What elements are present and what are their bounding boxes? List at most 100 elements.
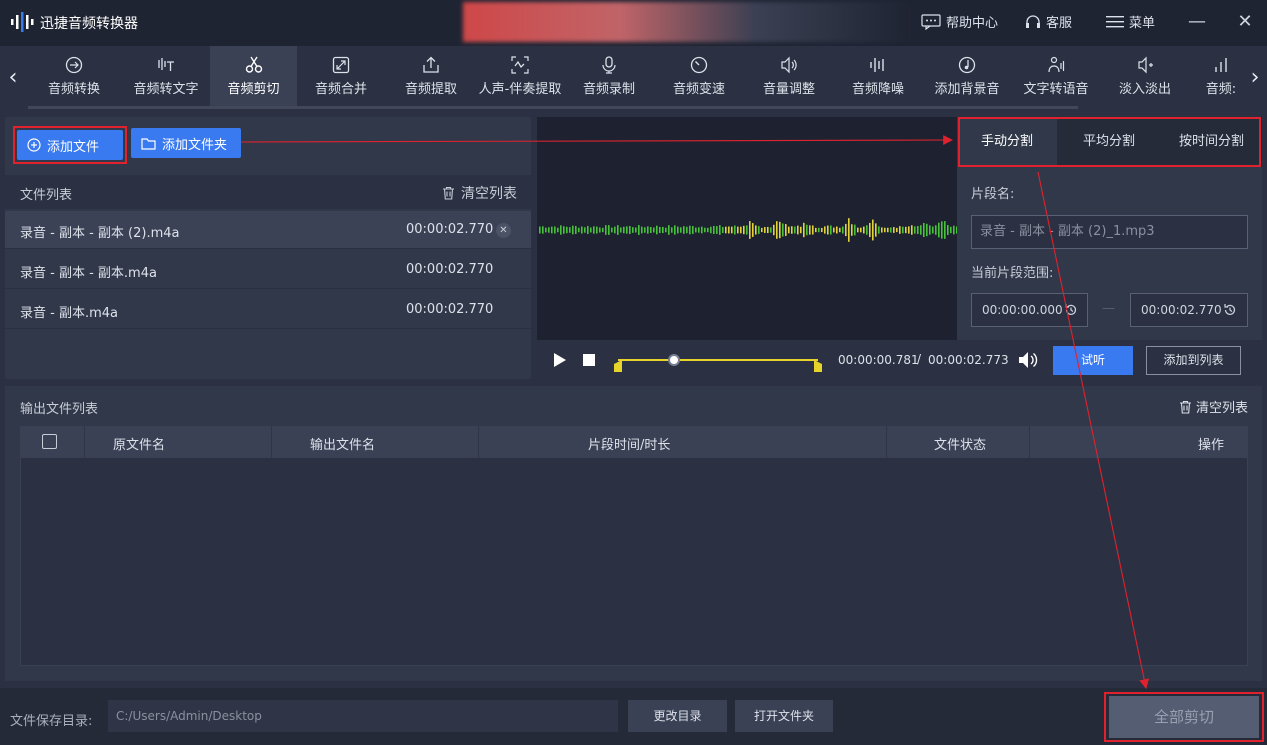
waveform-bar (752, 223, 754, 237)
clear-output-button[interactable]: 清空列表 (1179, 397, 1248, 416)
bottom-bar: 文件保存目录: C:/Users/Admin/Desktop 更改目录 打开文件… (0, 688, 1267, 745)
tool-text-to-speech[interactable]: 文字转语音 (1015, 46, 1097, 106)
waveform[interactable] (537, 117, 958, 340)
waveform-bar (776, 221, 778, 239)
annotation-box-split-tabs (958, 117, 1261, 167)
waveform-bar (902, 226, 904, 234)
waveform-bar (857, 227, 859, 233)
stop-icon[interactable] (583, 354, 595, 366)
select-all-checkbox[interactable] (42, 434, 57, 449)
waveform-bar (758, 226, 760, 234)
waveform-bar (614, 226, 616, 234)
waveform-bar (953, 225, 955, 235)
segment-name-input[interactable]: 录音 - 副本 - 副本 (2)_1.mp3 (971, 215, 1248, 249)
speaker-icon[interactable] (1018, 351, 1038, 369)
range-start-handle[interactable] (614, 360, 622, 372)
tool-background-music[interactable]: 添加背景音 (927, 46, 1007, 106)
open-folder-button[interactable]: 打开文件夹 (735, 700, 833, 732)
waveform-bar (893, 227, 895, 233)
tool-audio-record[interactable]: 音频录制 (574, 46, 644, 106)
range-start-input[interactable]: 00:00:00.000 (971, 293, 1088, 327)
waveform-bar (665, 227, 667, 233)
file-name: 录音 - 副本.m4a (20, 306, 118, 321)
playhead-knob[interactable] (668, 354, 680, 366)
add-to-list-button[interactable]: 添加到列表 (1146, 346, 1241, 375)
save-dir-label: 文件保存目录: (10, 714, 93, 729)
range-end-input[interactable]: 00:00:02.770 (1130, 293, 1248, 327)
waveform-bar (590, 227, 592, 233)
remove-file-icon[interactable]: ✕ (496, 223, 511, 238)
waveform-bar (617, 225, 619, 235)
nav-next-arrow-icon[interactable]: › (1245, 64, 1265, 92)
tool-audio-cut[interactable]: 音频剪切 (210, 46, 297, 106)
help-center-button[interactable]: 帮助中心 (921, 12, 998, 31)
waveform-bar (812, 225, 814, 235)
waveform-panel[interactable] (537, 117, 958, 340)
waveform-bar (860, 227, 862, 233)
ad-banner[interactable] (463, 2, 913, 42)
tool-audio-convert[interactable]: 音频转换 (36, 46, 112, 106)
tool-audio-speed[interactable]: 音频变速 (661, 46, 737, 106)
waveform-bar (914, 226, 916, 234)
trim-range-slider[interactable] (614, 350, 822, 374)
bars-icon (1215, 57, 1227, 72)
time-current: 00:00:00.781 (838, 353, 919, 367)
file-panel: 添加文件 添加文件夹 文件列表 清空列表 录音 - 副本 - 副本 (2).m4… (5, 117, 531, 379)
range-end-handle[interactable] (814, 360, 822, 372)
tool-label: 音量调整 (762, 81, 815, 97)
waveform-bar (701, 226, 703, 234)
waveform-bar (686, 226, 688, 234)
waveform-bar (560, 225, 562, 235)
waveform-bar (947, 225, 949, 235)
waveform-bar (671, 227, 673, 233)
preview-button[interactable]: 试听 (1053, 346, 1133, 375)
reset-time-icon[interactable] (1064, 303, 1078, 317)
waveform-bar (941, 221, 943, 239)
nav-scrollbar[interactable] (28, 106, 1078, 109)
waveform-bar (872, 219, 874, 241)
waveform-bar (809, 225, 811, 235)
output-list-label: 输出文件列表 (20, 402, 99, 417)
reset-time-icon[interactable] (1223, 303, 1237, 317)
waveform-bar (635, 227, 637, 233)
waveform-bar (611, 227, 613, 233)
waveform-bar (950, 226, 952, 234)
clear-output-label: 清空列表 (1195, 401, 1248, 416)
add-folder-button[interactable]: 添加文件夹 (131, 128, 241, 158)
tool-more[interactable]: 音频: (1200, 46, 1242, 106)
microphone-icon (602, 55, 616, 74)
tool-fade[interactable]: 淡入淡出 (1109, 46, 1181, 106)
tool-audio-merge[interactable]: 音频合并 (303, 46, 379, 106)
clear-file-list-button[interactable]: 清空列表 (442, 183, 517, 203)
tool-denoise[interactable]: 音频降噪 (840, 46, 916, 106)
change-dir-button[interactable]: 更改目录 (628, 700, 727, 732)
nav-prev-arrow-icon[interactable]: ‹ (3, 64, 23, 92)
column-divider (886, 426, 887, 458)
waveform-bar (623, 226, 625, 234)
customer-service-button[interactable]: 客服 (1025, 12, 1072, 31)
waveform-bar (548, 227, 550, 233)
tool-audio-extract[interactable]: 音频提取 (393, 46, 469, 106)
annotation-box-cut-all (1104, 692, 1264, 742)
waveform-bar (851, 224, 853, 236)
waveform-bar (593, 226, 595, 234)
minimize-button[interactable]: — (1185, 10, 1209, 34)
menu-button[interactable]: 菜单 (1106, 12, 1155, 31)
close-button[interactable]: ✕ (1233, 10, 1257, 34)
tool-volume-adjust[interactable]: 音量调整 (751, 46, 827, 106)
file-row[interactable]: 录音 - 副本 - 副本 (2).m4a 00:00:02.770 ✕ (5, 211, 531, 249)
background-music-icon (958, 56, 976, 73)
play-icon[interactable] (553, 353, 567, 367)
waveform-bar (668, 225, 670, 235)
waveform-bar (803, 222, 805, 238)
waveform-bar (887, 227, 889, 233)
file-row[interactable]: 录音 - 副本.m4a 00:00:02.770 (5, 291, 531, 329)
speed-icon (690, 56, 708, 73)
save-path-field[interactable]: C:/Users/Admin/Desktop (108, 700, 618, 732)
waveform-bar (755, 225, 757, 235)
tool-vocal-extract[interactable]: 人声-伴奏提取 (472, 46, 568, 106)
tool-speech-to-text[interactable]: 音频转文字 (122, 46, 210, 106)
file-row[interactable]: 录音 - 副本 - 副本.m4a 00:00:02.770 (5, 251, 531, 289)
waveform-bar (833, 227, 835, 233)
waveform-bar (698, 227, 700, 233)
